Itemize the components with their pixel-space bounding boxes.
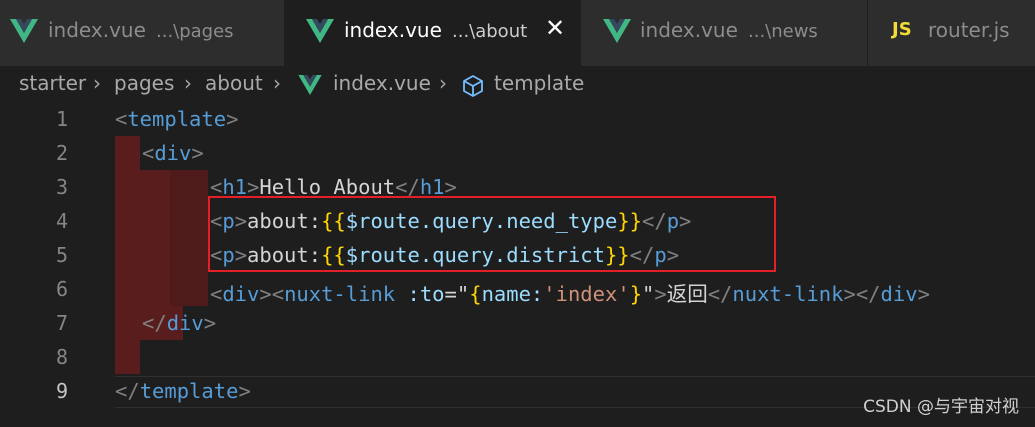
breadcrumb-item-pages[interactable]: pages bbox=[114, 71, 174, 95]
annotation-highlight-box bbox=[208, 196, 776, 272]
tab-path: ...\news bbox=[748, 21, 818, 42]
vue-logo-icon bbox=[298, 75, 322, 95]
line-number: 1 bbox=[55, 107, 68, 131]
line-number: 4 bbox=[55, 209, 68, 233]
chevron-right-icon: › bbox=[273, 71, 281, 95]
line-number: 2 bbox=[55, 141, 68, 165]
vue-logo-icon bbox=[10, 19, 38, 43]
line-number: 6 bbox=[55, 277, 68, 301]
tab-index-vue-pages[interactable]: index.vue ...\pages bbox=[0, 0, 285, 66]
code-line-9: </template> bbox=[115, 379, 251, 403]
chevron-right-icon: › bbox=[184, 71, 192, 95]
code-editor[interactable]: 1 2 3 4 5 6 7 8 9 <template> <div> <h1>H… bbox=[0, 102, 1035, 427]
vue-logo-icon bbox=[306, 19, 334, 43]
breadcrumb-item-template[interactable]: template bbox=[494, 71, 584, 95]
tab-filename: router.js bbox=[928, 18, 1010, 42]
tab-path: ...\pages bbox=[156, 21, 234, 42]
code-line-1: <template> bbox=[115, 107, 239, 131]
breadcrumb-item-starter[interactable]: starter bbox=[19, 71, 86, 95]
editor-tab-bar: index.vue ...\pages index.vue ...\about … bbox=[0, 0, 1035, 66]
line-number: 3 bbox=[55, 175, 68, 199]
breadcrumb-item-about[interactable]: about bbox=[205, 71, 263, 95]
tab-path: ...\about bbox=[452, 21, 528, 42]
cube-symbol-icon bbox=[463, 75, 483, 97]
code-line-2: <div> bbox=[142, 141, 204, 165]
indent-guide bbox=[170, 170, 208, 306]
tab-filename: index.vue bbox=[640, 18, 738, 42]
line-number: 5 bbox=[55, 243, 68, 267]
breadcrumb-item-file[interactable]: index.vue bbox=[333, 71, 431, 95]
tab-router-js[interactable]: JS router.js bbox=[868, 0, 1035, 66]
chevron-right-icon: › bbox=[439, 71, 447, 95]
code-line-6: <div><nuxt-link :to="{name:'index'}">返回<… bbox=[210, 282, 930, 306]
indent-guide bbox=[115, 340, 140, 374]
watermark: CSDN @与宇宙对视 bbox=[863, 397, 1019, 417]
tab-filename: index.vue bbox=[48, 18, 146, 42]
breadcrumb: starter › pages › about › index.vue › te… bbox=[0, 66, 1035, 102]
code-line-7: </div> bbox=[142, 311, 217, 335]
chevron-right-icon: › bbox=[93, 71, 101, 95]
tab-filename: index.vue bbox=[344, 18, 442, 42]
close-icon[interactable]: ✕ bbox=[543, 16, 567, 40]
tab-index-vue-about[interactable]: index.vue ...\about ✕ bbox=[285, 0, 581, 66]
tab-index-vue-news[interactable]: index.vue ...\news bbox=[581, 0, 868, 66]
line-number: 7 bbox=[55, 311, 68, 335]
line-number: 9 bbox=[55, 379, 68, 403]
js-icon: JS bbox=[892, 19, 912, 40]
line-number: 8 bbox=[55, 345, 68, 369]
vue-logo-icon bbox=[603, 19, 631, 43]
